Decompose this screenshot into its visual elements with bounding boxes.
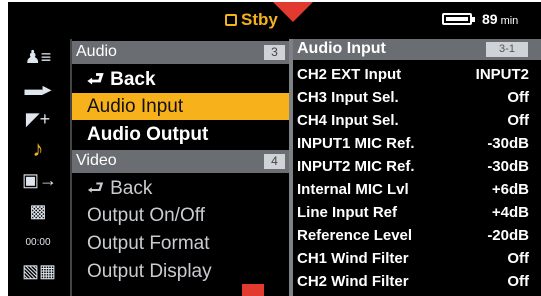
timecode-icon[interactable]: 00:00 — [22, 233, 54, 253]
setting-value: Off — [507, 89, 529, 106]
setting-label: CH1 Wind Filter — [297, 250, 409, 267]
panel-title: Audio Input — [297, 40, 386, 57]
menu-item-audio-input[interactable]: Audio Input — [72, 93, 289, 120]
category-icons: ♟≡ ▬▸ ◤+ ♪ ▣→ ▩ 00:00 ▧▦ — [8, 39, 70, 296]
setting-value: +4dB — [491, 204, 529, 221]
back-arrow-icon: ⮐ — [87, 178, 105, 199]
output-on-off-label: Output On/Off — [87, 205, 205, 226]
audio-output-label: Audio Output — [87, 124, 209, 145]
setting-label: CH3 Input Sel. — [297, 89, 399, 106]
panel-page-number: 3-1 — [486, 42, 528, 57]
menu-list: Audio 3 ⮐ Back Audio Input Audio Output V… — [72, 39, 289, 296]
audio-input-label: Audio Input — [87, 96, 184, 117]
back-arrow-icon: ⮐ — [87, 69, 105, 90]
standby-status: Stby — [225, 10, 278, 30]
setting-row[interactable]: Reference Level -20dB — [293, 224, 541, 247]
camera-icon[interactable]: ▬▸ — [22, 79, 54, 99]
output-display-label: Output Display — [87, 261, 212, 282]
setting-value: -30dB — [487, 135, 529, 152]
output-icon[interactable]: ▣→ — [22, 170, 57, 190]
setting-row[interactable]: CH3 Input Sel. Off — [293, 86, 541, 109]
scroll-up-indicator[interactable] — [273, 2, 313, 22]
menu-item-output-on-off[interactable]: Output On/Off — [72, 202, 289, 229]
battery-remaining: 89 min — [482, 11, 518, 27]
setting-value: -30dB — [487, 158, 529, 175]
setting-row[interactable]: INPUT2 MIC Ref. -30dB — [293, 155, 541, 178]
section-video-number: 4 — [264, 154, 285, 169]
menu-item-output-display[interactable]: Output Display — [72, 258, 289, 285]
scroll-down-indicator[interactable] — [242, 284, 264, 296]
camera-menu-screen: Stby 89 min ♟≡ ▬▸ ◤+ ♪ ▣→ ▩ 00:00 ▧▦ Audi… — [8, 2, 541, 296]
section-video: Video 4 — [72, 150, 289, 173]
section-video-label: Video — [76, 152, 117, 169]
setting-label: Reference Level — [297, 227, 413, 244]
paint-icon[interactable]: ◤+ — [22, 109, 54, 129]
setting-row[interactable]: CH1 Wind Filter Off — [293, 247, 541, 270]
menu-item-output-format[interactable]: Output Format — [72, 230, 289, 257]
panel-header: Audio Input 3-1 — [293, 39, 541, 60]
setting-row[interactable]: CH2 Wind Filter Off — [293, 270, 541, 293]
setting-label: CH2 Wind Filter — [297, 273, 409, 290]
setting-row[interactable]: Internal MIC Lvl +6dB — [293, 178, 541, 201]
user-menu-icon[interactable]: ♟≡ — [22, 47, 54, 67]
setting-value: Off — [507, 250, 529, 267]
back-label: Back — [110, 178, 153, 199]
setting-value: -20dB — [487, 227, 529, 244]
setting-label: INPUT2 MIC Ref. — [297, 158, 415, 175]
battery-unit: min — [500, 15, 519, 27]
menu-item-audio-output[interactable]: Audio Output — [72, 121, 289, 148]
setting-value: Off — [507, 112, 529, 129]
menu-item-back-audio[interactable]: ⮐ Back — [72, 66, 289, 93]
back-label: Back — [110, 69, 156, 90]
setting-row[interactable]: INPUT1 MIC Ref. -30dB — [293, 132, 541, 155]
audio-input-panel: Audio Input 3-1 CH2 EXT Input INPUT2 CH3 … — [293, 39, 541, 296]
record-status-icon — [225, 14, 237, 26]
setting-row[interactable]: Line Input Ref +4dB — [293, 201, 541, 224]
battery-minutes: 89 — [482, 11, 498, 27]
section-audio: Audio 3 — [72, 41, 289, 64]
setting-label: CH4 Input Sel. — [297, 112, 399, 129]
setting-label: INPUT1 MIC Ref. — [297, 135, 415, 152]
battery-icon — [442, 13, 475, 25]
setting-value: INPUT2 — [475, 66, 529, 83]
settings-icon[interactable]: ▧▦ — [22, 261, 56, 281]
setting-row[interactable]: CH2 EXT Input INPUT2 — [293, 63, 541, 86]
menu-item-back-video[interactable]: ⮐ Back — [72, 175, 289, 202]
setting-label: Internal MIC Lvl — [297, 181, 409, 198]
setting-label: CH2 EXT Input — [297, 66, 402, 83]
setting-value: Off — [507, 273, 529, 290]
setting-value: +6dB — [491, 181, 529, 198]
section-audio-number: 3 — [264, 45, 285, 60]
setting-label: Line Input Ref — [297, 204, 397, 221]
audio-note-icon[interactable]: ♪ — [22, 138, 54, 160]
status-bar: Stby 89 min — [8, 2, 541, 38]
section-audio-label: Audio — [76, 43, 117, 60]
media-icon[interactable]: ▩ — [22, 201, 54, 221]
output-format-label: Output Format — [87, 233, 210, 254]
setting-row[interactable]: CH4 Input Sel. Off — [293, 109, 541, 132]
